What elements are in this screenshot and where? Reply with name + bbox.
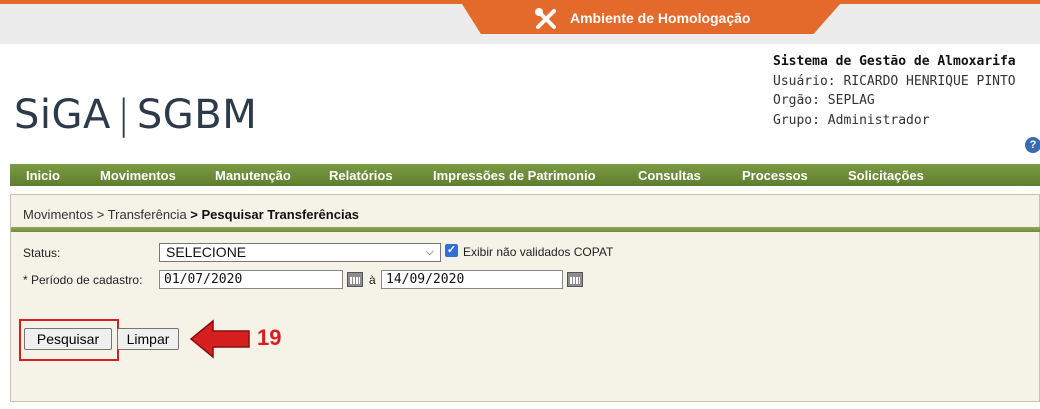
clear-button[interactable]: Limpar xyxy=(117,328,179,350)
status-select[interactable]: SELECIONE ⌵ xyxy=(159,243,441,262)
arrow-left-icon xyxy=(189,319,250,359)
date-to-input[interactable]: 14/09/2020 xyxy=(381,270,563,289)
copat-checkbox-label: Exibir não validados COPAT xyxy=(463,245,614,259)
period-label: * Período de cadastro: xyxy=(23,273,143,287)
menu-manutencao[interactable]: Manutenção xyxy=(215,168,291,183)
menu-inicio[interactable]: Inicio xyxy=(26,168,60,183)
breadcrumb-movimentos[interactable]: Movimentos xyxy=(23,207,93,222)
date-separator: à xyxy=(369,273,376,287)
group-info: Grupo: Administrador xyxy=(773,112,930,128)
system-info: Sistema de Gestão de Almoxarifa Usuário:… xyxy=(773,52,1016,130)
menu-processos[interactable]: Processos xyxy=(742,168,808,183)
step-number: 19 xyxy=(257,325,282,350)
menu-consultas[interactable]: Consultas xyxy=(638,168,701,183)
menu-relatorios[interactable]: Relatórios xyxy=(329,168,393,183)
status-label: Status: xyxy=(23,246,61,260)
chevron-down-icon: ⌵ xyxy=(425,246,434,258)
logo-siga: SiGA xyxy=(14,92,111,138)
search-button[interactable]: Pesquisar xyxy=(24,328,112,350)
app-logo: SiGA | SGBM xyxy=(14,92,257,138)
menu-solicitacoes[interactable]: Solicitações xyxy=(848,168,924,183)
calendar-icon[interactable] xyxy=(347,272,363,287)
logo-separator: | xyxy=(116,92,131,138)
status-selected-value: SELECIONE xyxy=(166,244,247,260)
menu-movimentos[interactable]: Movimentos xyxy=(100,168,176,183)
calendar-icon[interactable] xyxy=(567,272,583,287)
copat-checkbox[interactable]: ✓ xyxy=(445,244,458,257)
tools-icon xyxy=(535,8,556,29)
environment-bar: Ambiente de Homologação xyxy=(0,0,1040,44)
main-menu: Inicio Movimentos Manutenção Relatórios … xyxy=(10,164,1040,186)
section-divider xyxy=(11,227,1040,232)
menu-impressoes-patrimonio[interactable]: Impressões de Patrimonio xyxy=(433,168,596,183)
search-panel: Movimentos > Transferência > Pesquisar T… xyxy=(10,194,1040,402)
help-icon[interactable]: ? xyxy=(1025,137,1040,153)
breadcrumb-transferencia[interactable]: > Transferência xyxy=(97,207,187,222)
org-info: Orgão: SEPLAG xyxy=(773,93,875,108)
environment-label: Ambiente de Homologação xyxy=(570,10,751,26)
breadcrumb: Movimentos > Transferência > Pesquisar T… xyxy=(23,207,359,222)
breadcrumb-current: > Pesquisar Transferências xyxy=(190,207,360,222)
date-from-input[interactable]: 01/07/2020 xyxy=(159,270,343,289)
environment-tab: Ambiente de Homologação xyxy=(462,4,840,34)
logo-sgbm: SGBM xyxy=(136,92,258,138)
user-info: Usuário: RICARDO HENRIQUE PINTO xyxy=(773,73,1016,89)
system-title: Sistema de Gestão de Almoxarifa xyxy=(773,54,1016,69)
